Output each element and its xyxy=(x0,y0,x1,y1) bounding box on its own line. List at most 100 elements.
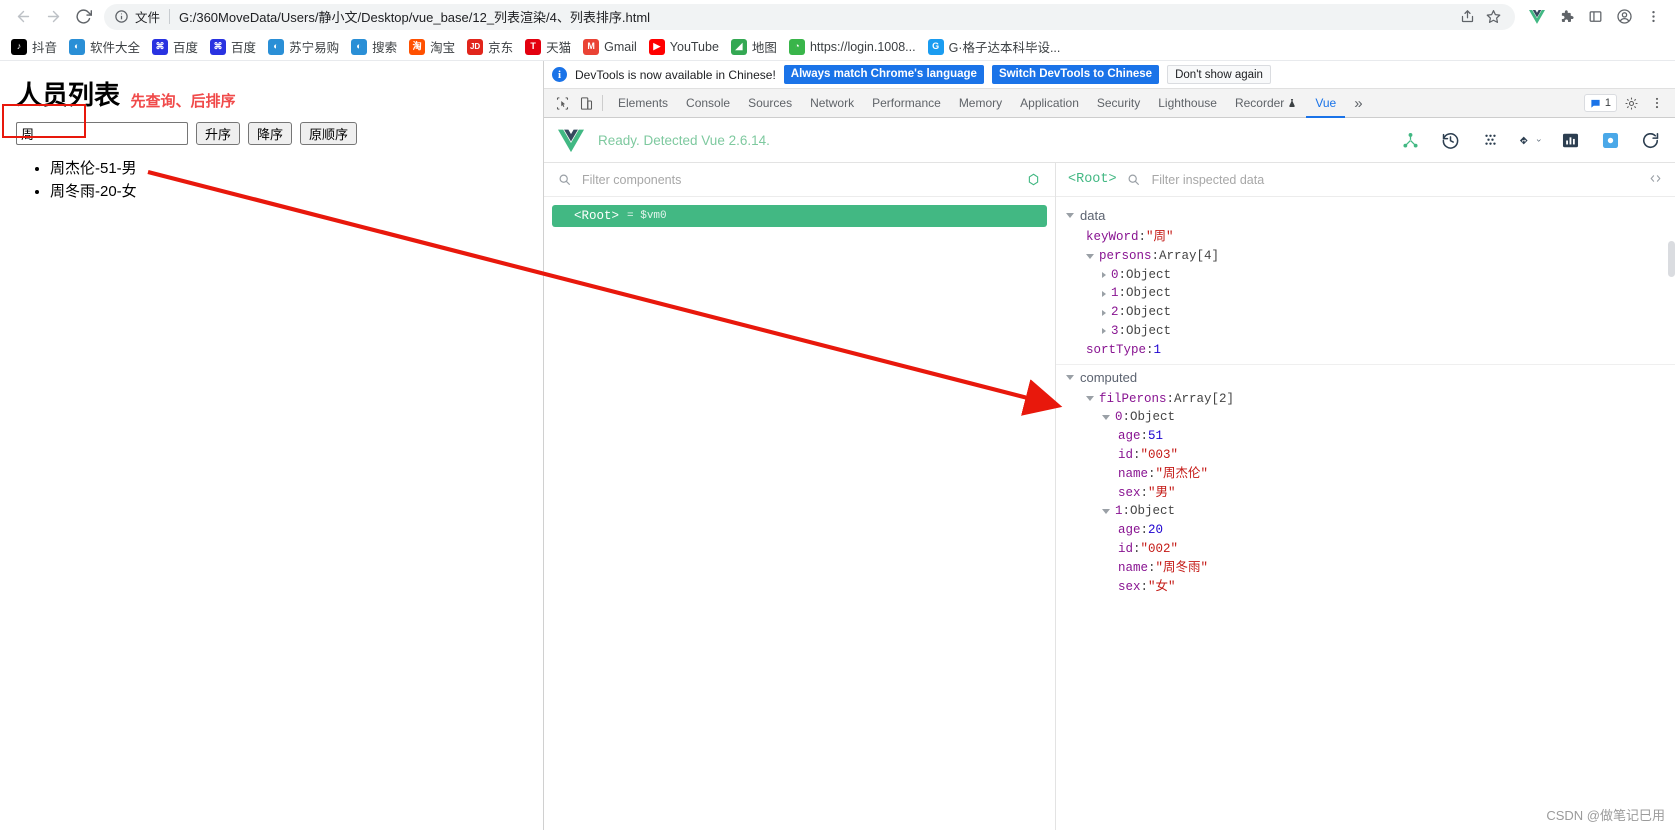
inspector-colon: : xyxy=(1166,391,1175,406)
inspector-row[interactable]: sex: "男" xyxy=(1056,484,1675,503)
always-match-language-button[interactable]: Always match Chrome's language xyxy=(783,65,984,84)
inspector-row[interactable]: keyWord: "周" xyxy=(1056,228,1675,247)
settings-icon[interactable] xyxy=(1599,130,1621,152)
bookmark-item[interactable]: ⌘ 百度 xyxy=(147,35,205,58)
inspect-cursor-icon[interactable] xyxy=(550,91,574,115)
inspector-value: "周" xyxy=(1146,230,1174,244)
bookmark-item[interactable]: ◐ 苏宁易购 xyxy=(263,35,346,58)
tab-recorder[interactable]: Recorder xyxy=(1226,89,1306,118)
chevron-down-icon[interactable] xyxy=(1102,509,1110,515)
tab-performance[interactable]: Performance xyxy=(863,89,950,118)
switch-devtools-chinese-button[interactable]: Switch DevTools to Chinese xyxy=(991,65,1160,84)
component-tree-root[interactable]: <Root> = $vm0 xyxy=(552,205,1047,227)
chevron-right-icon[interactable] xyxy=(1102,271,1106,278)
inspector-row[interactable]: name: "周杰伦" xyxy=(1056,465,1675,484)
vuex-icon[interactable] xyxy=(1479,130,1501,152)
dont-show-again-button[interactable]: Don't show again xyxy=(1167,65,1271,84)
inspector-group-header[interactable]: computed xyxy=(1056,365,1675,390)
code-brackets-icon[interactable] xyxy=(1648,172,1663,188)
message-badge[interactable]: 1 xyxy=(1583,94,1617,112)
chrome-menu-icon[interactable] xyxy=(1639,3,1667,31)
bookmark-item[interactable]: ◐ 搜索 xyxy=(346,35,404,58)
tab-lighthouse[interactable]: Lighthouse xyxy=(1149,89,1226,118)
chevron-right-icon[interactable] xyxy=(1102,309,1106,316)
inspector-key: id xyxy=(1118,447,1134,462)
component-tree-icon[interactable] xyxy=(1399,130,1421,152)
filter-components-input[interactable] xyxy=(580,171,1017,188)
bookmark-item[interactable]: ◢ 地图 xyxy=(726,35,784,58)
search-input[interactable] xyxy=(16,122,188,145)
inspector-group-header[interactable]: data xyxy=(1056,203,1675,228)
bookmark-item[interactable]: M Gmail xyxy=(578,37,644,57)
sort-asc-button[interactable]: 升序 xyxy=(196,122,241,145)
bookmark-item[interactable]: ⌘ 百度 xyxy=(205,35,263,58)
forward-button[interactable] xyxy=(38,2,68,32)
bookmark-item[interactable]: ♪ 抖音 xyxy=(6,35,64,58)
routes-icon[interactable] xyxy=(1519,130,1541,152)
chevron-down-icon[interactable] xyxy=(1102,415,1110,421)
url-text[interactable]: G:/360MoveData/Users/静小文/Desktop/vue_bas… xyxy=(179,7,650,26)
extension-puzzle-icon[interactable] xyxy=(1552,3,1580,31)
performance-icon[interactable] xyxy=(1559,130,1581,152)
inspector-row[interactable]: 1: Object xyxy=(1056,284,1675,303)
inspector-colon: : xyxy=(1118,267,1127,282)
inspector-row[interactable]: id: "003" xyxy=(1056,446,1675,465)
tab-vue[interactable]: Vue xyxy=(1306,89,1345,118)
bookmark-item[interactable]: ◔ https://login.1008... xyxy=(784,37,923,57)
chevron-right-icon[interactable] xyxy=(1102,328,1106,335)
timeline-history-icon[interactable] xyxy=(1439,130,1461,152)
tab-network[interactable]: Network xyxy=(801,89,863,118)
bookmark-item[interactable]: G G·格子达本科毕设... xyxy=(923,35,1068,58)
filter-inspected-data-input[interactable] xyxy=(1149,171,1638,188)
tab-sources[interactable]: Sources xyxy=(739,89,801,118)
bookmark-item[interactable]: ◐ 软件大全 xyxy=(64,35,147,58)
inspector-row[interactable]: sex: "女" xyxy=(1056,578,1675,597)
chevron-down-icon[interactable] xyxy=(1086,396,1094,402)
tab-application[interactable]: Application xyxy=(1011,89,1088,118)
inspector-row[interactable]: 0: Object xyxy=(1056,408,1675,427)
inspector-row[interactable]: 1: Object xyxy=(1056,502,1675,521)
inspector-value: Array[2] xyxy=(1174,391,1235,406)
sort-original-button[interactable]: 原顺序 xyxy=(300,122,358,145)
devtools-scrollbar[interactable] xyxy=(1668,241,1675,277)
chevron-down-icon[interactable] xyxy=(1086,253,1094,259)
vue-panels: <Root> = $vm0 <Root> xyxy=(544,163,1675,830)
tab-memory[interactable]: Memory xyxy=(950,89,1011,118)
gear-icon[interactable] xyxy=(1619,91,1643,115)
inspector-row[interactable]: sortType: 1 xyxy=(1056,341,1675,360)
bookmark-item[interactable]: T 天猫 xyxy=(520,35,578,58)
tab-console[interactable]: Console xyxy=(677,89,739,118)
refresh-icon[interactable] xyxy=(1639,130,1661,152)
chevron-right-icon[interactable] xyxy=(1102,290,1106,297)
tab-security[interactable]: Security xyxy=(1088,89,1149,118)
bookmark-item[interactable]: 淘淘宝 xyxy=(404,35,462,58)
inspector-row[interactable]: name: "周冬雨" xyxy=(1056,559,1675,578)
share-icon[interactable] xyxy=(1455,5,1479,29)
profile-avatar-icon[interactable] xyxy=(1610,3,1638,31)
inspector-row[interactable]: id: "002" xyxy=(1056,540,1675,559)
inspector-colon: : xyxy=(1133,447,1141,462)
kebab-menu-icon[interactable] xyxy=(1645,91,1669,115)
inspector-row[interactable]: filPerons: Array[2] xyxy=(1056,390,1675,409)
back-button[interactable] xyxy=(8,2,38,32)
reload-button[interactable] xyxy=(68,2,98,32)
bookmark-item[interactable]: ▶ YouTube xyxy=(644,37,726,57)
inspector-row[interactable]: 3: Object xyxy=(1056,322,1675,341)
info-circle-icon[interactable] xyxy=(114,9,129,24)
target-refresh-icon[interactable] xyxy=(1026,172,1041,187)
address-bar[interactable]: 文件 G:/360MoveData/Users/静小文/Desktop/vue_… xyxy=(104,3,1515,30)
extension-window-icon[interactable] xyxy=(1581,3,1609,31)
inspector-row[interactable]: age: 51 xyxy=(1056,427,1675,446)
sort-desc-button[interactable]: 降序 xyxy=(248,122,293,145)
extension-vue-icon[interactable] xyxy=(1523,3,1551,31)
device-toolbar-icon[interactable] xyxy=(574,91,598,115)
star-icon[interactable] xyxy=(1481,5,1505,29)
tab-elements[interactable]: Elements xyxy=(609,89,677,118)
inspector-row[interactable]: age: 20 xyxy=(1056,521,1675,540)
devtools-overflow-button[interactable]: » xyxy=(1345,89,1371,118)
inspector-row[interactable]: 2: Object xyxy=(1056,303,1675,322)
inspector-row[interactable]: persons: Array[4] xyxy=(1056,247,1675,266)
bookmark-item[interactable]: JD 京东 xyxy=(462,35,520,58)
inspector-row[interactable]: 0: Object xyxy=(1056,266,1675,285)
search-icon xyxy=(1127,173,1140,186)
